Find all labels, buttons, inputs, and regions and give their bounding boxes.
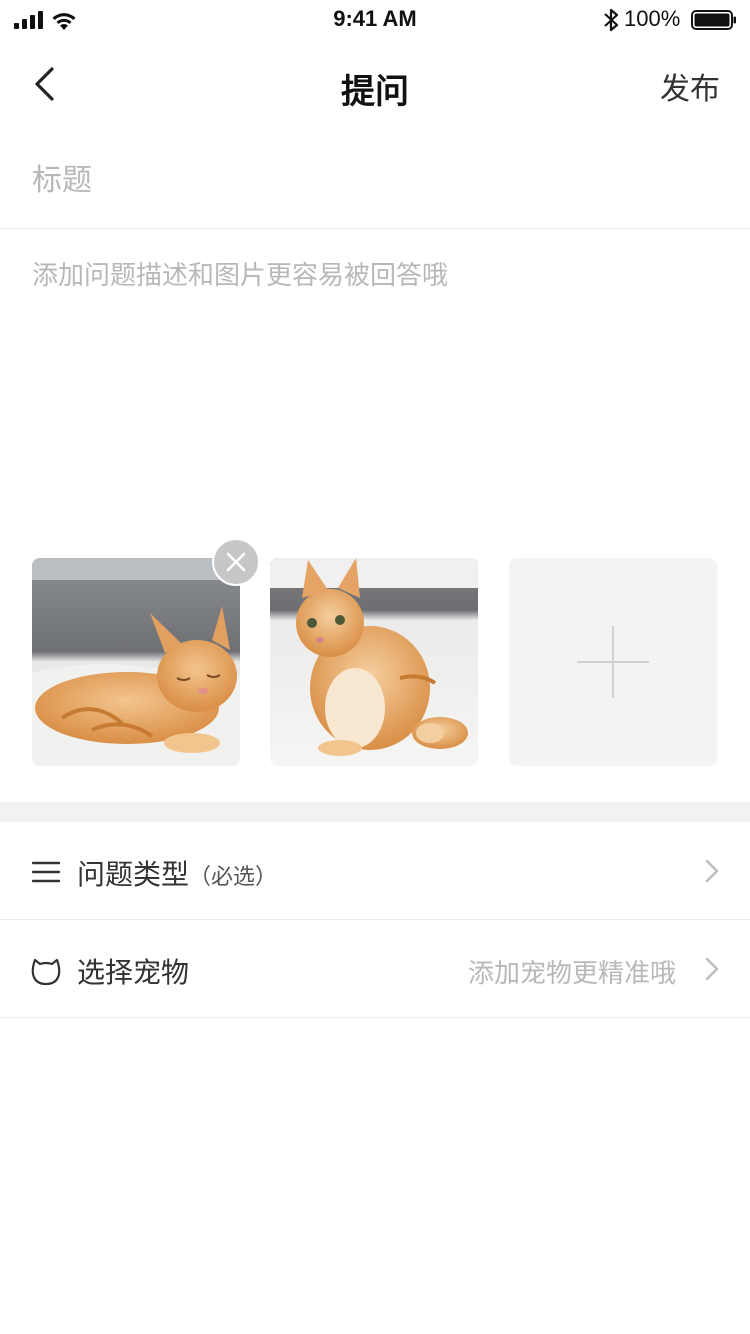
description-input[interactable] [32,256,722,516]
battery-icon [691,10,736,30]
chevron-right-icon [705,957,719,981]
wifi-icon [52,13,76,30]
signal-icon [14,11,46,29]
question-type-label: 问题类型（必选） [77,858,278,891]
select-pet-label: 选择宠物 [77,956,190,989]
question-type-required: （必选） [189,865,278,890]
back-arrow-icon [35,67,54,101]
divider [0,1017,750,1018]
back-button[interactable] [20,56,68,112]
title-input[interactable] [32,150,722,210]
divider [0,228,750,229]
page-title: 提问 [341,72,409,112]
cat-photo-1[interactable] [32,558,240,766]
close-icon [226,552,246,572]
question-type-row[interactable]: 问题类型（必选） [0,822,750,918]
chevron-right-icon [705,859,719,883]
status-bar: 9:41 AM 100% [0,0,750,40]
section-separator [0,802,750,822]
nav-bar: 提问 发布 [0,40,750,128]
add-photo-button[interactable] [509,558,717,766]
select-pet-row[interactable]: 选择宠物 添加宠物更精准哦 [0,920,750,1016]
publish-button[interactable]: 发布 [660,64,720,108]
bluetooth-icon [604,8,619,32]
battery-percent: 100% [624,6,681,31]
cat-head-icon [31,958,61,986]
menu-lines-icon [31,861,61,883]
cat-photo-2[interactable] [270,558,478,766]
remove-photo-button[interactable] [212,538,260,586]
select-pet-hint: 添加宠物更精准哦 [467,959,676,989]
